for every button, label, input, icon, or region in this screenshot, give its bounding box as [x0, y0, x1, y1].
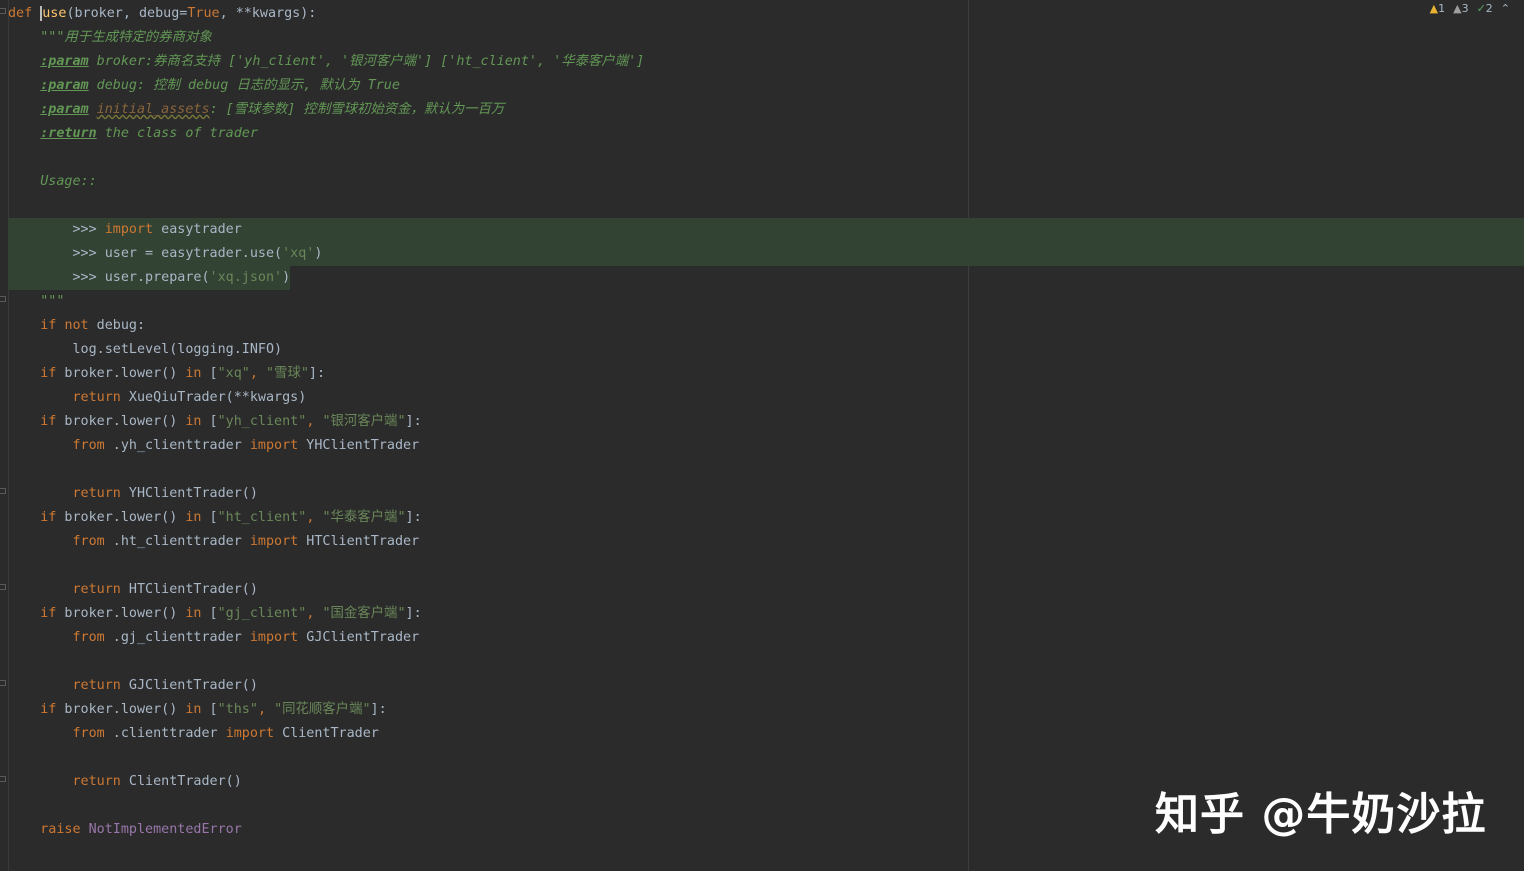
code-line-empty[interactable]	[8, 554, 644, 578]
fold-marker-icon[interactable]	[0, 776, 6, 782]
inspection-widget[interactable]: ▲1 ▲3 ✓2 ⌃	[1430, 0, 1510, 16]
code-line[interactable]: from .gj_clienttrader import GJClientTra…	[8, 626, 644, 650]
check-icon: ✓	[1476, 1, 1486, 15]
warning-icon: ▲	[1429, 1, 1439, 15]
weak-warning-counter[interactable]: ▲3	[1453, 2, 1468, 15]
code-line-empty[interactable]	[8, 650, 644, 674]
code-line[interactable]: if not debug:	[8, 314, 644, 338]
code-line[interactable]: if broker.lower() in ["ht_client", "华泰客户…	[8, 506, 644, 530]
code-line[interactable]: from .clienttrader import ClientTrader	[8, 722, 644, 746]
code-line[interactable]: if broker.lower() in ["yh_client", "银河客户…	[8, 410, 644, 434]
code-line[interactable]: :param initial_assets: [雪球参数] 控制雪球初始资金，默…	[8, 98, 644, 122]
code-line[interactable]: from .yh_clienttrader import YHClientTra…	[8, 434, 644, 458]
fold-marker-icon[interactable]	[0, 584, 6, 590]
code-line[interactable]: :param debug: 控制 debug 日志的显示, 默认为 True	[8, 74, 644, 98]
fold-marker-icon[interactable]	[0, 8, 6, 14]
right-margin-guide	[968, 0, 969, 871]
fold-marker-icon[interactable]	[0, 296, 6, 302]
code-line[interactable]: >>> user.prepare('xq.json')	[8, 266, 644, 290]
code-line-empty[interactable]	[8, 746, 644, 770]
code-line-empty[interactable]	[8, 458, 644, 482]
code-line[interactable]: :return the class of trader	[8, 122, 644, 146]
code-line[interactable]: return GJClientTrader()	[8, 674, 644, 698]
chevron-up-icon[interactable]: ⌃	[1501, 2, 1510, 15]
code-line-empty[interactable]	[8, 794, 644, 818]
code-line[interactable]: >>> user = easytrader.use('xq')	[8, 242, 644, 266]
weak-warning-icon: ▲	[1453, 1, 1462, 15]
code-line[interactable]: return ClientTrader()	[8, 770, 644, 794]
code-line[interactable]: log.setLevel(logging.INFO)	[8, 338, 644, 362]
fold-marker-icon[interactable]	[0, 680, 6, 686]
code-line[interactable]: if broker.lower() in ["xq", "雪球"]:	[8, 362, 644, 386]
code-line[interactable]: """用于生成特定的券商对象	[8, 26, 644, 50]
code-line[interactable]: if broker.lower() in ["ths", "同花顺客户端"]:	[8, 698, 644, 722]
code-line[interactable]: if broker.lower() in ["gj_client", "国金客户…	[8, 602, 644, 626]
code-line[interactable]: from .ht_clienttrader import HTClientTra…	[8, 530, 644, 554]
code-editor[interactable]: def use(broker, debug=True, **kwargs): "…	[8, 2, 644, 842]
code-line[interactable]: >>> import easytrader	[8, 218, 644, 242]
code-line[interactable]: Usage::	[8, 170, 644, 194]
code-line[interactable]: return HTClientTrader()	[8, 578, 644, 602]
code-line-empty[interactable]	[8, 194, 644, 218]
code-line[interactable]: return YHClientTrader()	[8, 482, 644, 506]
watermark: 知乎 @牛奶沙拉	[1155, 789, 1487, 840]
warning-counter[interactable]: ▲1	[1430, 2, 1445, 15]
typo-counter[interactable]: ✓2	[1477, 2, 1493, 15]
code-line[interactable]: """	[8, 290, 644, 314]
fold-marker-icon[interactable]	[0, 488, 6, 494]
code-line-empty[interactable]	[8, 146, 644, 170]
code-line[interactable]: raise NotImplementedError	[8, 818, 644, 842]
code-line[interactable]: return XueQiuTrader(**kwargs)	[8, 386, 644, 410]
code-line[interactable]: def use(broker, debug=True, **kwargs):	[8, 2, 644, 26]
code-line[interactable]: :param broker:券商名支持 ['yh_client', '银河客户端…	[8, 50, 644, 74]
